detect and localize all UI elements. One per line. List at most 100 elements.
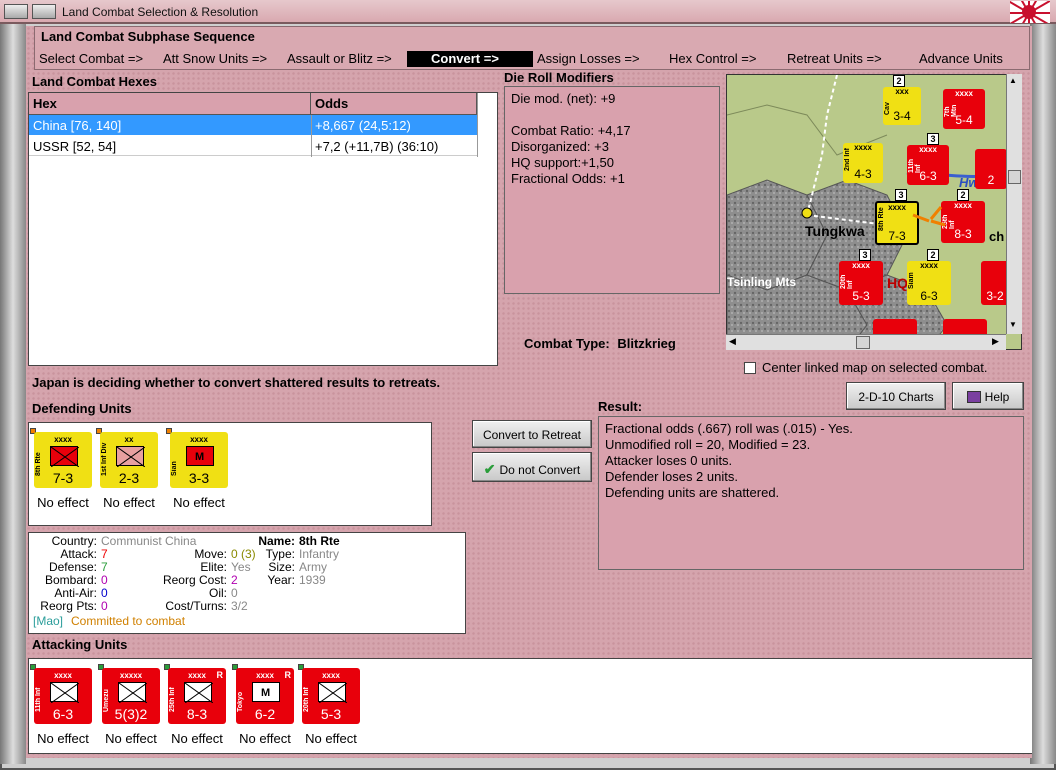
defending-unit[interactable]: xxxx Sian M 3-3 No effect — [166, 428, 228, 520]
map-vertical-scrollbar[interactable]: ▲ ▼ — [1006, 74, 1022, 334]
unit-effect: No effect — [173, 495, 225, 510]
step-select-combat: Select Combat => — [39, 51, 144, 66]
net-modifier: Die mod. (net): +9 — [511, 91, 616, 106]
status-message: Japan is deciding whether to convert sha… — [32, 375, 441, 390]
scroll-left-arrow-icon[interactable]: ◀ — [729, 336, 736, 347]
map-unit-counter[interactable]: xxxx 2nd Inf 4-3 — [843, 143, 883, 183]
committed-status: Committed to combat — [71, 614, 186, 628]
hex-cell: China [76, 140] — [33, 118, 122, 133]
right-frame-border — [1030, 24, 1056, 764]
attacking-unit[interactable]: xxxx 25th Inf R 8-3 No effect — [164, 664, 226, 756]
odds-cell: +7,2 (+11,7B) (36:10) — [315, 139, 439, 154]
do-not-convert-label: Do not Convert — [499, 463, 581, 477]
map-unit-counter[interactable]: xxxx 25th Inf 8-3 — [941, 201, 985, 243]
defending-unit[interactable]: xxxx 8th Rte 7-3 No effect — [30, 428, 92, 520]
map-label: Tungkwa — [805, 223, 865, 239]
horizontal-scroll-thumb[interactable] — [856, 336, 870, 349]
map-unit-counter[interactable]: 2 — [975, 149, 1007, 189]
unit-info-panel: Country: Communist China Attack: 7 Defen… — [28, 532, 466, 634]
result-line: Defender loses 2 units. — [605, 469, 738, 484]
modifier-line: Combat Ratio: +4,17 — [511, 123, 631, 138]
combat-type-value: Blitzkrieg — [617, 336, 676, 351]
center-map-option[interactable]: Center linked map on selected combat. — [744, 360, 987, 375]
stack-badge: 2 — [927, 249, 939, 261]
land-combat-hexes-table[interactable]: Hex Odds China [76, 140] +8,667 (24,5:12… — [28, 92, 498, 366]
combat-type: Combat Type: Blitzkrieg — [524, 336, 676, 351]
unit-effect: No effect — [171, 731, 223, 746]
stack-badge: 2 — [893, 75, 905, 87]
cost-turns-value: 3/2 — [231, 599, 248, 613]
help-button[interactable]: Help — [952, 382, 1024, 410]
map-unit-counter[interactable]: xxxx 20th Inf 5-3 — [839, 261, 883, 305]
die-roll-modifiers-box: Die mod. (net): +9 Combat Ratio: +4,17 D… — [504, 86, 720, 294]
title-bar: Land Combat Selection & Resolution — [0, 0, 1056, 24]
center-map-checkbox[interactable] — [744, 362, 756, 374]
linked-map[interactable]: Tungkwa Tsinling Mts HQ Hw ch xxx Cav 3-4 … — [726, 74, 1022, 350]
unit-effect: No effect — [37, 731, 89, 746]
result-line: Unmodified roll = 20, Modified = 23. — [605, 437, 811, 452]
table-row[interactable]: USSR [52, 54] +7,2 (+11,7B) (36:10) — [29, 136, 477, 156]
attacking-units-label: Attacking Units — [32, 637, 128, 652]
result-box: Fractional odds (.667) roll was (.015) -… — [598, 416, 1024, 570]
map-horizontal-scrollbar[interactable]: ◀ ▶ — [726, 334, 1006, 350]
stack-badge: 3 — [859, 249, 871, 261]
step-assign-losses: Assign Losses => — [537, 51, 640, 66]
minimize-button[interactable] — [32, 4, 56, 19]
attacking-unit[interactable]: xxxx 20th Inf 5-3 No effect — [298, 664, 360, 756]
scroll-down-arrow-icon[interactable]: ▼ — [1009, 320, 1017, 329]
column-header-hex[interactable]: Hex — [29, 93, 311, 115]
step-att-snow-units: Att Snow Units => — [163, 51, 268, 66]
result-line: Defending units are shattered. — [605, 485, 780, 500]
subphase-sequence-panel: Land Combat Subphase Sequence Select Com… — [34, 26, 1030, 70]
stack-badge: 2 — [957, 189, 969, 201]
map-label: HQ — [887, 275, 908, 291]
stack-badge: 3 — [927, 133, 939, 145]
country-value: Communist China — [101, 534, 197, 548]
land-combat-hexes-label: Land Combat Hexes — [32, 74, 157, 89]
modifier-line: Fractional Odds: +1 — [511, 171, 625, 186]
attacking-unit[interactable]: xxxxx Umezu 5(3)2 No effect — [98, 664, 160, 756]
result-line: Fractional odds (.667) roll was (.015) -… — [605, 421, 853, 436]
scroll-right-arrow-icon[interactable]: ▶ — [992, 336, 999, 347]
result-label: Result: — [598, 399, 643, 414]
step-assault-or-blitz: Assault or Blitz => — [287, 51, 392, 66]
odds-cell: +8,667 (24,5:12) — [315, 118, 411, 133]
result-line: Attacker loses 0 units. — [605, 453, 733, 468]
map-unit-counter[interactable]: xxx Cav 3-4 — [883, 87, 921, 125]
step-advance-units: Advance Units — [919, 51, 1003, 66]
vertical-scroll-thumb[interactable] — [1008, 170, 1021, 184]
map-label: Tsinling Mts — [727, 275, 797, 289]
attacking-unit[interactable]: xxxx Tokyo M R 6-2 No effect — [232, 664, 294, 756]
step-hex-control: Hex Control => — [669, 51, 757, 66]
combat-type-label: Combat Type: — [524, 336, 610, 351]
stack-badge: 3 — [895, 189, 907, 201]
defending-units-label: Defending Units — [32, 401, 132, 416]
attack-arrow-icon — [912, 206, 946, 227]
step-retreat-units: Retreat Units => — [787, 51, 882, 66]
map-unit-counter[interactable]: xxxx 7th Mtn 5-4 — [943, 89, 985, 129]
attacking-unit[interactable]: xxxx 11th Inf 6-3 No effect — [30, 664, 92, 756]
step-convert-active: Convert => — [407, 51, 533, 67]
table-row[interactable]: China [76, 140] +8,667 (24,5:12) — [29, 115, 477, 135]
map-unit-counter[interactable]: xxxx 11th Inf 6-3 — [907, 145, 949, 185]
center-map-label: Center linked map on selected combat. — [762, 360, 988, 375]
map-label: ch — [989, 229, 1005, 244]
convert-to-retreat-button[interactable]: Convert to Retreat — [472, 420, 592, 448]
leader-name: [Mao] — [33, 614, 64, 628]
column-header-odds[interactable]: Odds — [311, 93, 477, 115]
year-label: Year: — [267, 573, 295, 587]
modifier-line: HQ support:+1,50 — [511, 155, 614, 170]
window-menu-button[interactable] — [4, 4, 28, 19]
unit-effect: No effect — [305, 731, 357, 746]
defending-unit[interactable]: xx 1st Inf Div 2-3 No effect — [96, 428, 158, 520]
unit-effect: No effect — [37, 495, 89, 510]
help-book-icon — [966, 391, 981, 403]
charts-button[interactable]: 2-D-10 Charts — [846, 382, 946, 410]
do-not-convert-button[interactable]: ✔ Do not Convert — [472, 452, 592, 482]
year-value: 1939 — [299, 573, 326, 587]
reorg-pts-label: Reorg Pts: — [40, 599, 97, 613]
map-unit-counter[interactable]: xxxx Siam 6-3 — [907, 261, 951, 305]
scroll-up-arrow-icon[interactable]: ▲ — [1009, 76, 1017, 85]
window-title: Land Combat Selection & Resolution — [62, 5, 259, 19]
map-unit-counter[interactable]: 3-2 — [981, 261, 1009, 305]
